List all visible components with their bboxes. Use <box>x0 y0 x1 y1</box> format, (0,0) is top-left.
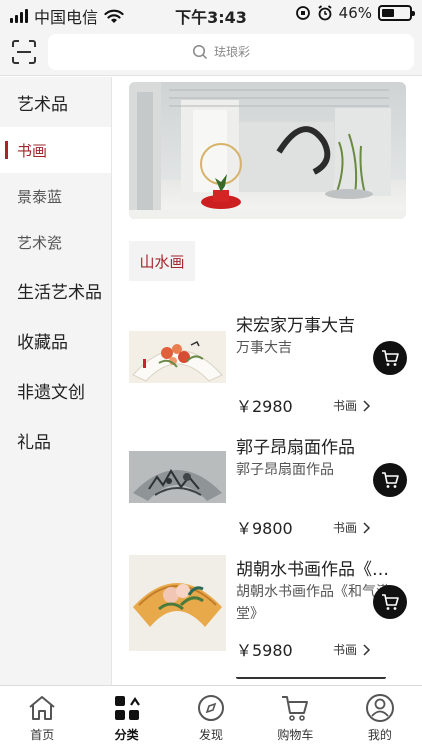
sidebar-item-label: 礼品 <box>17 432 51 453</box>
product-subtitle: 郭子昂扇面作品 <box>236 462 334 478</box>
add-to-cart-button[interactable] <box>373 463 407 497</box>
product-category: 书画 <box>333 521 358 535</box>
product-category-link[interactable]: 书画 <box>333 641 371 658</box>
product-price: ￥2980 <box>236 397 293 416</box>
battery-percent: 46% <box>338 4 372 22</box>
add-to-cart-button[interactable] <box>373 341 407 375</box>
sidebar-item-label: 景泰蓝 <box>17 187 63 206</box>
chevron-right-icon <box>363 521 371 534</box>
add-to-cart-button[interactable] <box>373 585 407 619</box>
product-subtitle: 胡朝水书画作品《和气满堂》 <box>236 584 390 622</box>
sidebar-item-artwork[interactable]: 艺术品 <box>0 77 111 127</box>
carrier-label: 中国电信 <box>34 8 99 27</box>
wifi-icon <box>104 9 124 23</box>
alarm-icon <box>318 5 332 21</box>
search-input[interactable] <box>214 45 270 59</box>
search-header <box>0 28 422 76</box>
cart-icon <box>382 594 399 610</box>
scan-icon[interactable] <box>10 38 38 66</box>
sidebar-item-label: 艺术品 <box>17 94 68 115</box>
product-image[interactable] <box>129 331 226 383</box>
cart-icon <box>279 692 311 724</box>
tab-cart[interactable]: 购物车 <box>253 686 337 750</box>
banner-image[interactable] <box>129 82 406 219</box>
product-image[interactable] <box>129 451 226 503</box>
product-subtitle: 万事大吉 <box>236 340 292 356</box>
sidebar-item-label: 书画 <box>17 141 48 160</box>
product-card[interactable]: 郭子昂扇面作品 郭子昂扇面作品 ￥9800 书画 <box>129 433 422 543</box>
user-icon <box>364 692 396 724</box>
cart-icon <box>382 472 399 488</box>
tab-label: 分类 <box>114 728 139 742</box>
compass-icon <box>195 692 227 724</box>
sidebar-item-art-porcelain[interactable]: 艺术瓷 <box>0 219 111 265</box>
sidebar-item-label: 生活艺术品 <box>17 282 102 303</box>
sidebar-item-label: 非遗文创 <box>17 382 85 403</box>
battery-icon <box>378 5 415 21</box>
product-category: 书画 <box>333 643 358 657</box>
section-tag-landscape[interactable]: 山水画 <box>129 241 195 281</box>
tab-home[interactable]: 首页 <box>0 686 84 750</box>
tab-label: 发现 <box>199 728 224 742</box>
product-title[interactable]: 胡朝水书画作品《… <box>236 555 396 580</box>
product-price: ￥5980 <box>236 641 293 660</box>
category-icon <box>111 692 143 724</box>
product-category-link[interactable]: 书画 <box>333 519 371 536</box>
bottom-tab-bar: 首页 分类 发现 购物车 我的 <box>0 685 422 750</box>
product-card[interactable]: 宋宏家万事大吉 万事大吉 ￥2980 书画 <box>129 311 422 421</box>
cart-icon <box>382 350 399 366</box>
category-sidebar: 艺术品 书画 景泰蓝 艺术瓷 生活艺术品 收藏品 非遗文创 礼品 <box>0 77 112 685</box>
tab-label: 我的 <box>367 728 392 742</box>
product-price: ￥9800 <box>236 519 293 538</box>
search-bar[interactable] <box>48 34 414 70</box>
sidebar-item-cloisonne[interactable]: 景泰蓝 <box>0 173 111 219</box>
product-category-link[interactable]: 书画 <box>333 397 371 414</box>
product-card-partial <box>236 677 386 685</box>
sidebar-item-label: 收藏品 <box>17 332 68 353</box>
product-title[interactable]: 郭子昂扇面作品 <box>236 433 396 458</box>
tab-profile[interactable]: 我的 <box>338 686 422 750</box>
sidebar-item-label: 艺术瓷 <box>17 233 63 252</box>
sidebar-item-collectibles[interactable]: 收藏品 <box>0 315 111 365</box>
orientation-lock-icon <box>295 6 310 20</box>
chevron-right-icon <box>363 643 371 656</box>
product-card[interactable]: 胡朝水书画作品《… 胡朝水书画作品《和气满堂》 ￥5980 书画 <box>129 555 422 665</box>
tab-category[interactable]: 分类 <box>84 686 168 750</box>
product-image[interactable] <box>129 555 226 651</box>
product-category: 书画 <box>333 399 358 413</box>
home-icon <box>26 692 58 724</box>
search-icon <box>192 44 208 60</box>
tab-label: 首页 <box>30 728 55 742</box>
tab-discover[interactable]: 发现 <box>169 686 253 750</box>
chevron-right-icon <box>363 399 371 412</box>
signal-icon <box>10 9 28 23</box>
sidebar-item-calligraphy-painting[interactable]: 书画 <box>0 127 111 173</box>
sidebar-item-lifestyle-art[interactable]: 生活艺术品 <box>0 265 111 315</box>
tab-label: 购物车 <box>277 728 314 742</box>
sidebar-item-heritage-creative[interactable]: 非遗文创 <box>0 365 111 415</box>
sidebar-item-gifts[interactable]: 礼品 <box>0 415 111 465</box>
status-bar: 中国电信 下午3:43 46% <box>0 0 422 28</box>
product-title[interactable]: 宋宏家万事大吉 <box>236 311 396 336</box>
category-content: 山水画 宋宏家万事大吉 万事大吉 ￥2980 书画 郭子昂扇面作品 郭子昂扇面作… <box>113 77 422 685</box>
